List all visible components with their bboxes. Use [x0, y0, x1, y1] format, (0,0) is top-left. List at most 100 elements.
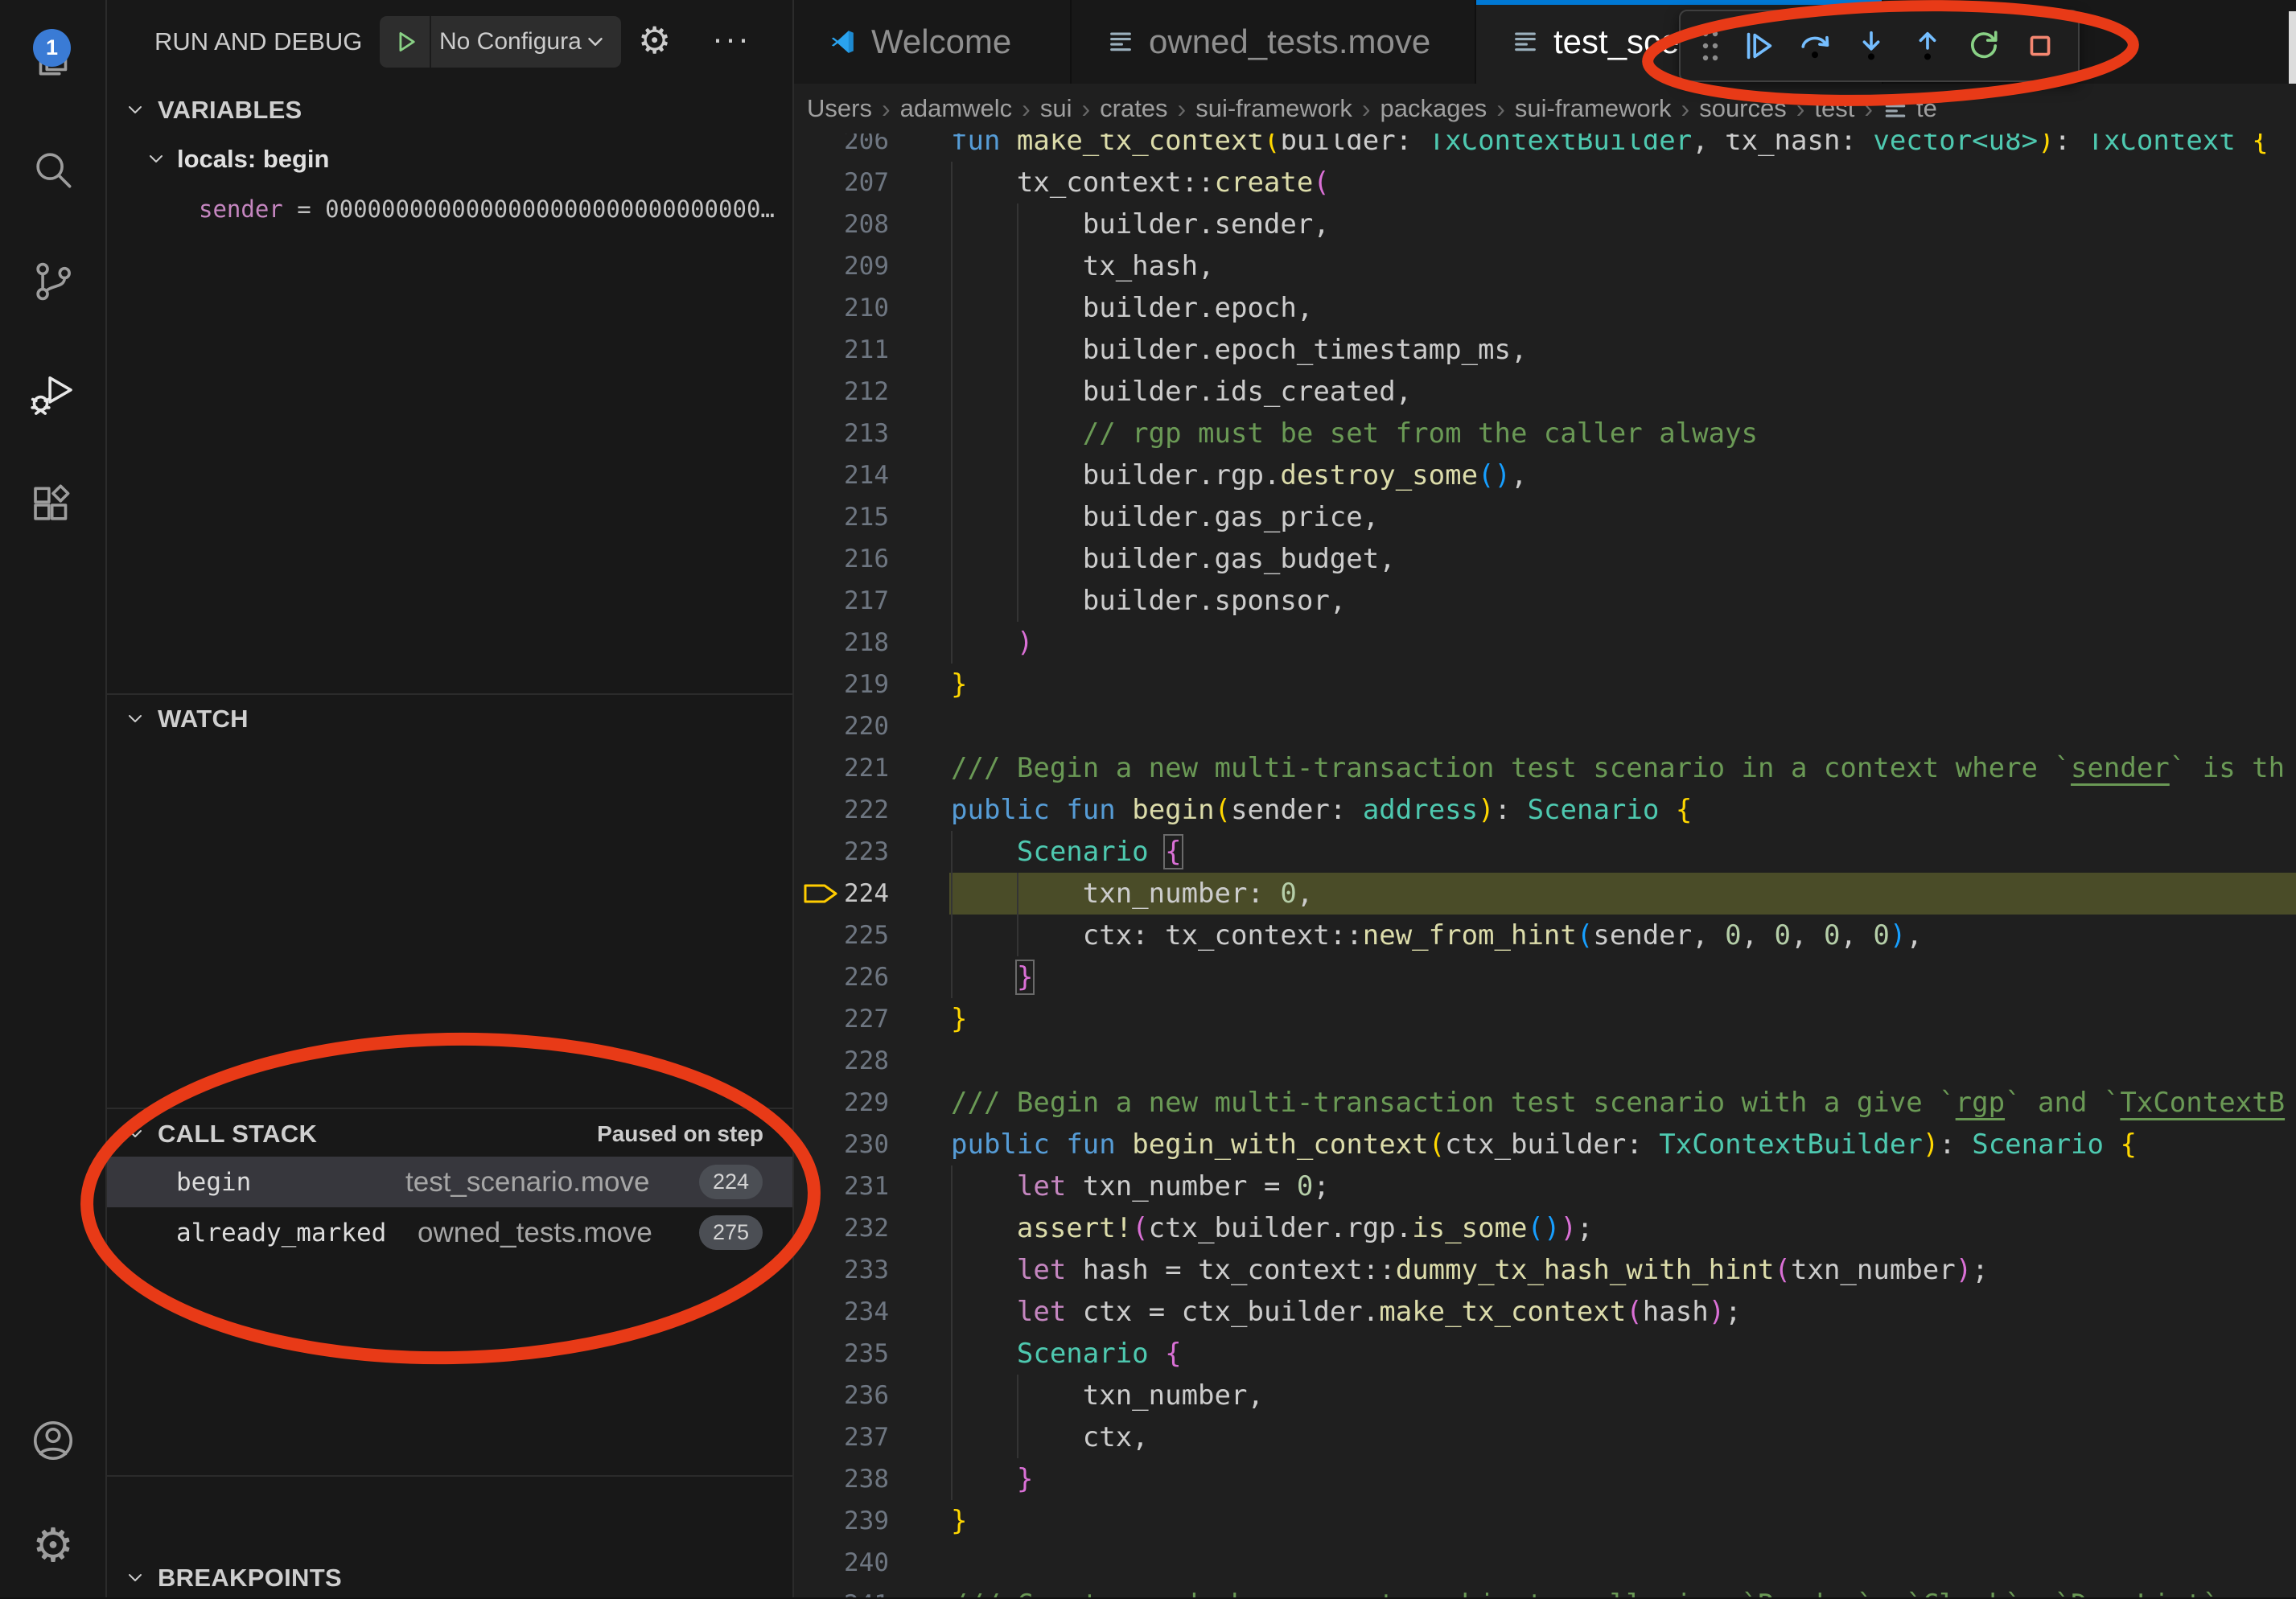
step-into-button[interactable] [1851, 23, 1891, 68]
line-number[interactable]: 223 [794, 831, 889, 873]
code-line[interactable]: 224 txn_number: 0, [794, 873, 2296, 915]
debug-config-dropdown[interactable]: No Configura [380, 16, 621, 68]
breadcrumb-item-sources[interactable]: sources [1699, 94, 1787, 123]
code-line[interactable]: 234 let ctx = ctx_builder.make_tx_contex… [794, 1291, 2296, 1333]
restart-button[interactable] [1964, 23, 2004, 68]
line-number[interactable]: 236 [794, 1375, 889, 1416]
code-line[interactable]: 228 [794, 1040, 2296, 1082]
code-line[interactable]: 231 let txn_number = 0; [794, 1165, 2296, 1207]
line-number[interactable]: 231 [794, 1165, 889, 1207]
code-line[interactable]: 239} [794, 1500, 2296, 1542]
stop-button[interactable] [2020, 23, 2060, 68]
config-dropdown-label[interactable]: No Configura [439, 28, 582, 55]
code-line[interactable]: 212 builder.ids_created, [794, 371, 2296, 413]
code-line[interactable]: 214 builder.rgp.destroy_some(), [794, 454, 2296, 496]
line-number[interactable]: 228 [794, 1040, 889, 1082]
breadcrumb-item-packages[interactable]: packages [1380, 94, 1487, 123]
stack-frame-begin[interactable]: begintest_scenario.move224 [107, 1157, 792, 1207]
line-number[interactable]: 216 [794, 538, 889, 580]
code-line[interactable]: 217 builder.sponsor, [794, 580, 2296, 622]
variables-section-header[interactable]: VARIABLES [107, 89, 792, 131]
line-number[interactable]: 218 [794, 622, 889, 664]
line-number[interactable]: 214 [794, 454, 889, 496]
locals-scope-row[interactable]: locals: begin [107, 138, 792, 180]
line-number[interactable]: 234 [794, 1291, 889, 1333]
code-line[interactable]: 207 tx_context::create( [794, 162, 2296, 203]
line-number[interactable]: 241 [794, 1584, 889, 1597]
code-line[interactable]: 225 ctx: tx_context::new_from_hint(sende… [794, 915, 2296, 956]
breadcrumb-item-sui[interactable]: sui [1040, 94, 1072, 123]
step-over-button[interactable] [1795, 23, 1835, 68]
line-number[interactable]: 232 [794, 1207, 889, 1249]
code-line[interactable]: 230public fun begin_with_context(ctx_bui… [794, 1124, 2296, 1165]
line-number[interactable]: 240 [794, 1542, 889, 1584]
line-number[interactable]: 229 [794, 1082, 889, 1124]
line-number[interactable]: 222 [794, 789, 889, 831]
code-line[interactable]: 240 [794, 1542, 2296, 1584]
code-line[interactable]: 210 builder.epoch, [794, 287, 2296, 329]
line-number[interactable]: 237 [794, 1416, 889, 1458]
line-number[interactable]: 209 [794, 245, 889, 287]
code-line[interactable]: 233 let hash = tx_context::dummy_tx_hash… [794, 1249, 2296, 1291]
code-line[interactable]: 215 builder.gas_price, [794, 496, 2296, 538]
continue-button[interactable] [1738, 23, 1779, 68]
line-number[interactable]: 225 [794, 915, 889, 956]
breadcrumb-item-test[interactable]: test [1814, 94, 1854, 123]
line-number[interactable]: 235 [794, 1333, 889, 1375]
code-line[interactable]: 237 ctx, [794, 1416, 2296, 1458]
line-number[interactable]: 233 [794, 1249, 889, 1291]
line-number[interactable]: 211 [794, 329, 889, 371]
code-line[interactable]: 211 builder.epoch_timestamp_ms, [794, 329, 2296, 371]
line-number[interactable]: 219 [794, 664, 889, 705]
source-control-icon[interactable] [27, 255, 80, 308]
line-number[interactable]: 238 [794, 1458, 889, 1500]
line-number[interactable]: 230 [794, 1124, 889, 1165]
line-number[interactable]: 212 [794, 371, 889, 413]
code-line[interactable]: 216 builder.gas_budget, [794, 538, 2296, 580]
code-area[interactable]: 206fun make_tx_context(builder: TxContex… [794, 0, 2296, 1597]
call-stack-section-header[interactable]: CALL STACK Paused on step [107, 1113, 792, 1155]
line-number[interactable]: 217 [794, 580, 889, 622]
code-line[interactable]: 223 Scenario { [794, 831, 2296, 873]
code-line[interactable]: 236 txn_number, [794, 1375, 2296, 1416]
tab-Welcome[interactable]: Welcome [794, 0, 1072, 84]
more-actions-icon[interactable]: ··· [712, 0, 751, 84]
breadcrumb-item-Users[interactable]: Users [807, 94, 872, 123]
code-line[interactable]: 221/// Begin a new multi-transaction tes… [794, 747, 2296, 789]
breadcrumb-item-sui-framework[interactable]: sui-framework [1195, 94, 1352, 123]
line-number[interactable]: 215 [794, 496, 889, 538]
code-line[interactable]: 208 builder.sender, [794, 203, 2296, 245]
account-icon[interactable] [27, 1414, 80, 1467]
breakpoints-section-header[interactable]: BREAKPOINTS [107, 1557, 792, 1599]
step-out-button[interactable] [1907, 23, 1948, 68]
line-number[interactable]: 213 [794, 413, 889, 454]
code-line[interactable]: 218 ) [794, 622, 2296, 664]
code-line[interactable]: 222public fun begin(sender: address): Sc… [794, 789, 2296, 831]
line-number[interactable]: 210 [794, 287, 889, 329]
code-line[interactable]: 220 [794, 705, 2296, 747]
run-and-debug-icon[interactable] [27, 368, 80, 421]
settings-gear-icon[interactable]: ⚙ [638, 0, 671, 84]
line-number[interactable]: 226 [794, 956, 889, 998]
code-line[interactable]: 219} [794, 664, 2296, 705]
code-line[interactable]: 209 tx_hash, [794, 245, 2296, 287]
toolbar-drag-grip-icon[interactable] [1698, 26, 1722, 66]
breadcrumb-item-crates[interactable]: crates [1100, 94, 1167, 123]
code-line[interactable]: 229/// Begin a new multi-transaction tes… [794, 1082, 2296, 1124]
stack-frame-already_marked[interactable]: already_markedowned_tests.move275 [107, 1207, 792, 1258]
start-debugging-icon[interactable] [393, 28, 420, 55]
code-line[interactable]: 232 assert!(ctx_builder.rgp.is_some()); [794, 1207, 2296, 1249]
breadcrumb-item-adamwelc[interactable]: adamwelc [900, 94, 1013, 123]
line-number[interactable]: 208 [794, 203, 889, 245]
watch-section-header[interactable]: WATCH [107, 698, 792, 740]
breadcrumb-item-sui-framework[interactable]: sui-framework [1515, 94, 1672, 123]
manage-gear-icon[interactable]: ⚙ [27, 1519, 80, 1572]
editor-group[interactable]: 206fun make_tx_context(builder: TxContex… [794, 0, 2296, 1597]
line-number[interactable]: 239 [794, 1500, 889, 1542]
line-number[interactable]: 207 [794, 162, 889, 203]
tab-owned_tests.move[interactable]: owned_tests.move [1072, 0, 1476, 84]
variable-sender-row[interactable]: sender = 0000000000000000000000000000000… [199, 188, 786, 230]
line-number[interactable]: 221 [794, 747, 889, 789]
code-line[interactable]: 235 Scenario { [794, 1333, 2296, 1375]
search-icon[interactable] [27, 143, 80, 196]
